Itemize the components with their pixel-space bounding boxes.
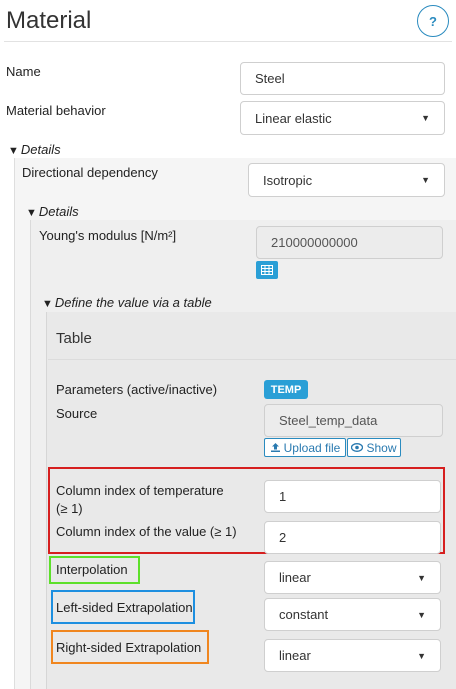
header-divider	[4, 41, 452, 42]
show-label: Show	[366, 440, 397, 455]
upload-file-label: Upload file	[283, 440, 341, 455]
page-title: Material	[6, 7, 92, 34]
material-behavior-value: Linear elastic	[255, 110, 332, 126]
right-extrapolation-value: linear	[279, 648, 311, 663]
temperature-column-input[interactable]: 1	[264, 480, 441, 513]
parameters-label: Parameters (active/inactive)	[56, 382, 218, 397]
interpolation-select[interactable]: linear ▼	[264, 561, 441, 594]
chevron-down-icon: ▼	[421, 113, 430, 123]
name-label: Name	[6, 64, 41, 79]
name-input[interactable]: Steel	[240, 62, 445, 95]
details-toggle[interactable]: ▼ Details	[8, 142, 61, 159]
table-header-bar	[48, 318, 456, 360]
directional-dependency-label: Directional dependency	[22, 165, 158, 180]
temperature-column-label-line2: (≥ 1)	[56, 501, 83, 516]
directional-dependency-value: Isotropic	[263, 172, 313, 188]
material-behavior-label: Material behavior	[6, 103, 106, 118]
value-column-input[interactable]: 2	[264, 521, 441, 554]
youngs-modulus-input: 210000000000	[256, 226, 443, 259]
eye-icon	[351, 443, 364, 452]
chevron-down-icon: ▼	[417, 609, 426, 620]
left-extrapolation-select[interactable]: constant ▼	[264, 598, 441, 631]
define-via-table-toggle[interactable]: ▼ Define the value via a table	[42, 295, 212, 312]
details-toggle-label: Details	[20, 142, 61, 157]
details-toggle-nested-label: Details	[38, 204, 79, 219]
chevron-down-icon: ▼	[421, 175, 430, 185]
right-extrapolation-select[interactable]: linear ▼	[264, 639, 441, 672]
show-button[interactable]: Show	[347, 438, 401, 457]
table-icon	[261, 265, 273, 275]
help-button[interactable]: ?	[417, 5, 449, 37]
left-extrapolation-value: constant	[279, 607, 329, 622]
material-behavior-select[interactable]: Linear elastic ▼	[240, 101, 445, 135]
triangle-down-icon: ▼	[26, 207, 37, 219]
right-extrapolation-label: Right-sided Extrapolation	[56, 640, 202, 655]
youngs-modulus-label: Young's modulus [N/m²]	[39, 228, 177, 243]
upload-icon	[270, 443, 280, 452]
chevron-down-icon: ▼	[417, 572, 426, 583]
source-label: Source	[56, 406, 98, 421]
temp-parameter-badge[interactable]: TEMP	[264, 380, 308, 399]
table-icon-button[interactable]	[256, 261, 278, 279]
define-via-table-label: Define the value via a table	[54, 295, 212, 310]
table-title: Table	[56, 330, 92, 347]
chevron-down-icon: ▼	[417, 650, 426, 661]
interpolation-value: linear	[279, 570, 311, 585]
temperature-column-label: Column index of temperature (≥ 1)	[56, 483, 224, 517]
details-toggle-nested[interactable]: ▼ Details	[26, 204, 79, 221]
triangle-down-icon: ▼	[8, 145, 19, 157]
triangle-down-icon: ▼	[42, 298, 53, 310]
source-input: Steel_temp_data	[264, 404, 443, 437]
temperature-column-label-line1: Column index of temperature	[56, 483, 224, 498]
left-extrapolation-label: Left-sided Extrapolation	[56, 600, 193, 615]
value-column-label: Column index of the value (≥ 1)	[56, 524, 237, 539]
interpolation-label: Interpolation	[56, 562, 128, 577]
directional-dependency-select[interactable]: Isotropic ▼	[248, 163, 445, 197]
upload-file-button[interactable]: Upload file	[264, 438, 346, 457]
